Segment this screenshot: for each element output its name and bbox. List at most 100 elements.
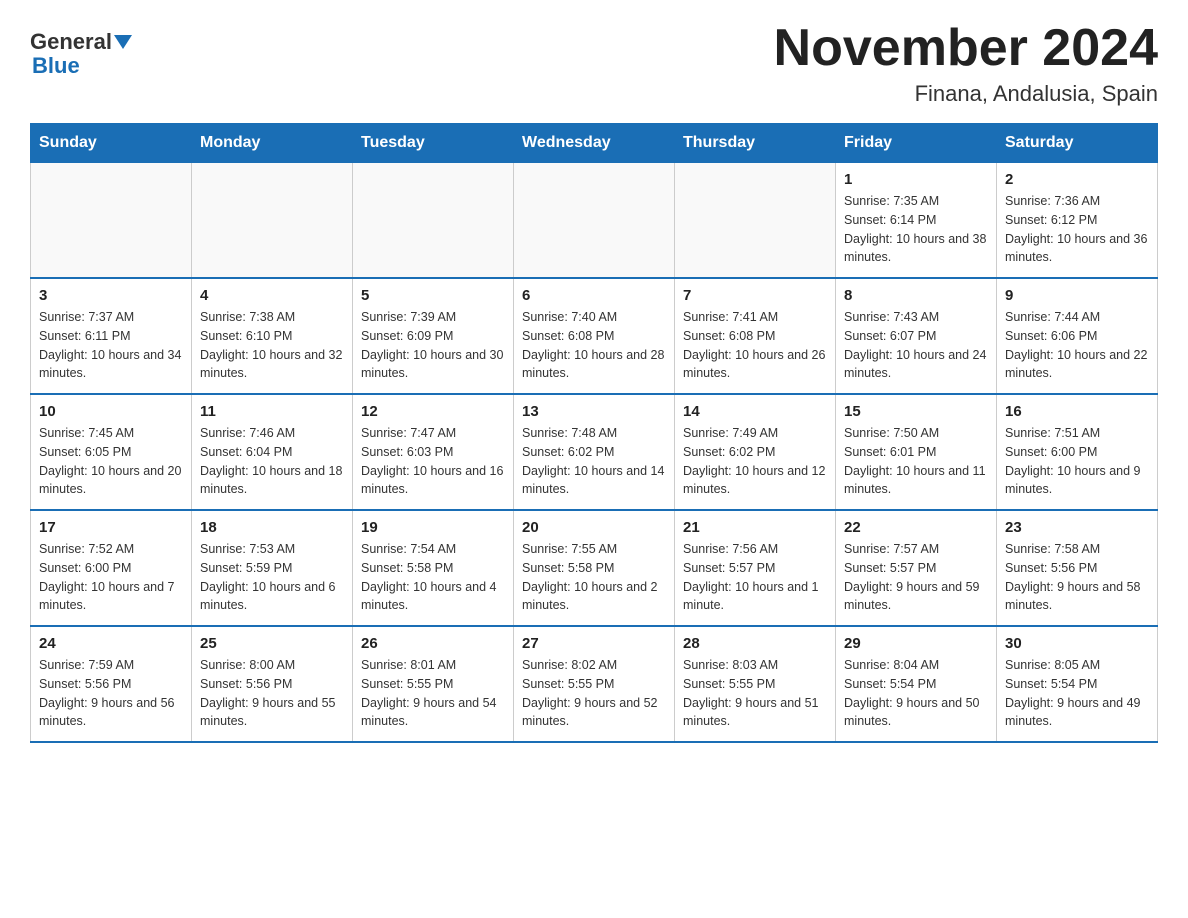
day-number: 28 <box>683 635 827 652</box>
day-cell: 24 Sunrise: 7:59 AMSunset: 5:56 PMDayligh… <box>31 626 192 742</box>
day-number: 18 <box>200 519 344 536</box>
day-info: Sunrise: 7:51 AMSunset: 6:00 PMDaylight:… <box>1005 424 1149 499</box>
day-number: 1 <box>844 171 988 188</box>
weekday-header-tuesday: Tuesday <box>353 124 514 163</box>
day-info: Sunrise: 8:04 AMSunset: 5:54 PMDaylight:… <box>844 656 988 731</box>
day-cell <box>675 163 836 279</box>
day-info: Sunrise: 8:01 AMSunset: 5:55 PMDaylight:… <box>361 656 505 731</box>
logo-general-text: General <box>30 30 112 54</box>
day-number: 12 <box>361 403 505 420</box>
weekday-header-monday: Monday <box>192 124 353 163</box>
weekday-header-friday: Friday <box>836 124 997 163</box>
day-number: 9 <box>1005 287 1149 304</box>
day-cell: 27Sunrise: 8:02 AMSunset: 5:55 PMDayligh… <box>514 626 675 742</box>
day-info: Sunrise: 7:59 AMSunset: 5:56 PMDaylight:… <box>39 656 183 731</box>
day-number: 13 <box>522 403 666 420</box>
day-info: Sunrise: 7:35 AMSunset: 6:14 PMDaylight:… <box>844 192 988 267</box>
day-info: Sunrise: 7:52 AMSunset: 6:00 PMDaylight:… <box>39 540 183 615</box>
day-number: 7 <box>683 287 827 304</box>
day-info: Sunrise: 7:38 AMSunset: 6:10 PMDaylight:… <box>200 308 344 383</box>
day-number: 3 <box>39 287 183 304</box>
day-number: 20 <box>522 519 666 536</box>
day-info: Sunrise: 7:53 AMSunset: 5:59 PMDaylight:… <box>200 540 344 615</box>
day-cell: 30Sunrise: 8:05 AMSunset: 5:54 PMDayligh… <box>997 626 1158 742</box>
day-info: Sunrise: 7:40 AMSunset: 6:08 PMDaylight:… <box>522 308 666 383</box>
day-cell: 6 Sunrise: 7:40 AMSunset: 6:08 PMDaylight… <box>514 278 675 394</box>
day-number: 30 <box>1005 635 1149 652</box>
day-number: 25 <box>200 635 344 652</box>
day-cell: 15Sunrise: 7:50 AMSunset: 6:01 PMDayligh… <box>836 394 997 510</box>
day-cell: 14 Sunrise: 7:49 AMSunset: 6:02 PMDayligh… <box>675 394 836 510</box>
title-area: November 2024 Finana, Andalusia, Spain <box>774 20 1158 107</box>
day-cell <box>514 163 675 279</box>
week-row-5: 24 Sunrise: 7:59 AMSunset: 5:56 PMDayligh… <box>31 626 1158 742</box>
day-cell: 12 Sunrise: 7:47 AMSunset: 6:03 PMDayligh… <box>353 394 514 510</box>
day-number: 14 <box>683 403 827 420</box>
day-cell: 18 Sunrise: 7:53 AMSunset: 5:59 PMDayligh… <box>192 510 353 626</box>
day-cell: 19Sunrise: 7:54 AMSunset: 5:58 PMDayligh… <box>353 510 514 626</box>
day-cell: 3 Sunrise: 7:37 AMSunset: 6:11 PMDaylight… <box>31 278 192 394</box>
logo-blue-text: Blue <box>30 54 80 78</box>
day-number: 8 <box>844 287 988 304</box>
day-number: 29 <box>844 635 988 652</box>
day-cell <box>31 163 192 279</box>
page-header: General Blue November 2024 Finana, Andal… <box>30 20 1158 107</box>
day-cell: 11Sunrise: 7:46 AMSunset: 6:04 PMDayligh… <box>192 394 353 510</box>
day-info: Sunrise: 8:03 AMSunset: 5:55 PMDaylight:… <box>683 656 827 731</box>
day-number: 17 <box>39 519 183 536</box>
day-info: Sunrise: 7:47 AMSunset: 6:03 PMDaylight:… <box>361 424 505 499</box>
weekday-header-saturday: Saturday <box>997 124 1158 163</box>
day-number: 6 <box>522 287 666 304</box>
weekday-header-row: SundayMondayTuesdayWednesdayThursdayFrid… <box>31 124 1158 163</box>
day-number: 16 <box>1005 403 1149 420</box>
day-number: 10 <box>39 403 183 420</box>
day-info: Sunrise: 7:50 AMSunset: 6:01 PMDaylight:… <box>844 424 988 499</box>
day-info: Sunrise: 8:02 AMSunset: 5:55 PMDaylight:… <box>522 656 666 731</box>
day-cell: 8Sunrise: 7:43 AMSunset: 6:07 PMDaylight… <box>836 278 997 394</box>
day-info: Sunrise: 7:56 AMSunset: 5:57 PMDaylight:… <box>683 540 827 615</box>
day-cell: 22 Sunrise: 7:57 AMSunset: 5:57 PMDayligh… <box>836 510 997 626</box>
day-cell: 2Sunrise: 7:36 AMSunset: 6:12 PMDaylight… <box>997 163 1158 279</box>
day-cell: 10Sunrise: 7:45 AMSunset: 6:05 PMDayligh… <box>31 394 192 510</box>
day-info: Sunrise: 8:00 AMSunset: 5:56 PMDaylight:… <box>200 656 344 731</box>
day-cell: 4 Sunrise: 7:38 AMSunset: 6:10 PMDaylight… <box>192 278 353 394</box>
day-cell: 26 Sunrise: 8:01 AMSunset: 5:55 PMDayligh… <box>353 626 514 742</box>
week-row-4: 17 Sunrise: 7:52 AMSunset: 6:00 PMDayligh… <box>31 510 1158 626</box>
day-cell: 16 Sunrise: 7:51 AMSunset: 6:00 PMDayligh… <box>997 394 1158 510</box>
day-number: 2 <box>1005 171 1149 188</box>
weekday-header-wednesday: Wednesday <box>514 124 675 163</box>
day-cell: 13 Sunrise: 7:48 AMSunset: 6:02 PMDayligh… <box>514 394 675 510</box>
day-info: Sunrise: 7:37 AMSunset: 6:11 PMDaylight:… <box>39 308 183 383</box>
day-number: 21 <box>683 519 827 536</box>
day-cell: 7Sunrise: 7:41 AMSunset: 6:08 PMDaylight… <box>675 278 836 394</box>
day-info: Sunrise: 7:46 AMSunset: 6:04 PMDaylight:… <box>200 424 344 499</box>
day-info: Sunrise: 7:39 AMSunset: 6:09 PMDaylight:… <box>361 308 505 383</box>
day-cell <box>353 163 514 279</box>
week-row-2: 3 Sunrise: 7:37 AMSunset: 6:11 PMDaylight… <box>31 278 1158 394</box>
day-cell: 1 Sunrise: 7:35 AMSunset: 6:14 PMDaylight… <box>836 163 997 279</box>
day-number: 5 <box>361 287 505 304</box>
day-info: Sunrise: 7:55 AMSunset: 5:58 PMDaylight:… <box>522 540 666 615</box>
day-cell: 9 Sunrise: 7:44 AMSunset: 6:06 PMDaylight… <box>997 278 1158 394</box>
day-number: 24 <box>39 635 183 652</box>
day-cell: 17 Sunrise: 7:52 AMSunset: 6:00 PMDayligh… <box>31 510 192 626</box>
day-info: Sunrise: 7:49 AMSunset: 6:02 PMDaylight:… <box>683 424 827 499</box>
day-cell: 21 Sunrise: 7:56 AMSunset: 5:57 PMDayligh… <box>675 510 836 626</box>
day-number: 4 <box>200 287 344 304</box>
week-row-1: 1 Sunrise: 7:35 AMSunset: 6:14 PMDaylight… <box>31 163 1158 279</box>
day-info: Sunrise: 7:57 AMSunset: 5:57 PMDaylight:… <box>844 540 988 615</box>
day-info: Sunrise: 7:48 AMSunset: 6:02 PMDaylight:… <box>522 424 666 499</box>
day-cell: 25 Sunrise: 8:00 AMSunset: 5:56 PMDayligh… <box>192 626 353 742</box>
day-info: Sunrise: 7:54 AMSunset: 5:58 PMDaylight:… <box>361 540 505 615</box>
week-row-3: 10Sunrise: 7:45 AMSunset: 6:05 PMDayligh… <box>31 394 1158 510</box>
day-number: 26 <box>361 635 505 652</box>
month-title: November 2024 <box>774 20 1158 77</box>
day-number: 22 <box>844 519 988 536</box>
day-info: Sunrise: 7:58 AMSunset: 5:56 PMDaylight:… <box>1005 540 1149 615</box>
day-cell: 5 Sunrise: 7:39 AMSunset: 6:09 PMDaylight… <box>353 278 514 394</box>
day-info: Sunrise: 7:44 AMSunset: 6:06 PMDaylight:… <box>1005 308 1149 383</box>
day-cell: 20 Sunrise: 7:55 AMSunset: 5:58 PMDayligh… <box>514 510 675 626</box>
day-cell <box>192 163 353 279</box>
logo: General Blue <box>30 20 132 78</box>
day-cell: 28 Sunrise: 8:03 AMSunset: 5:55 PMDayligh… <box>675 626 836 742</box>
